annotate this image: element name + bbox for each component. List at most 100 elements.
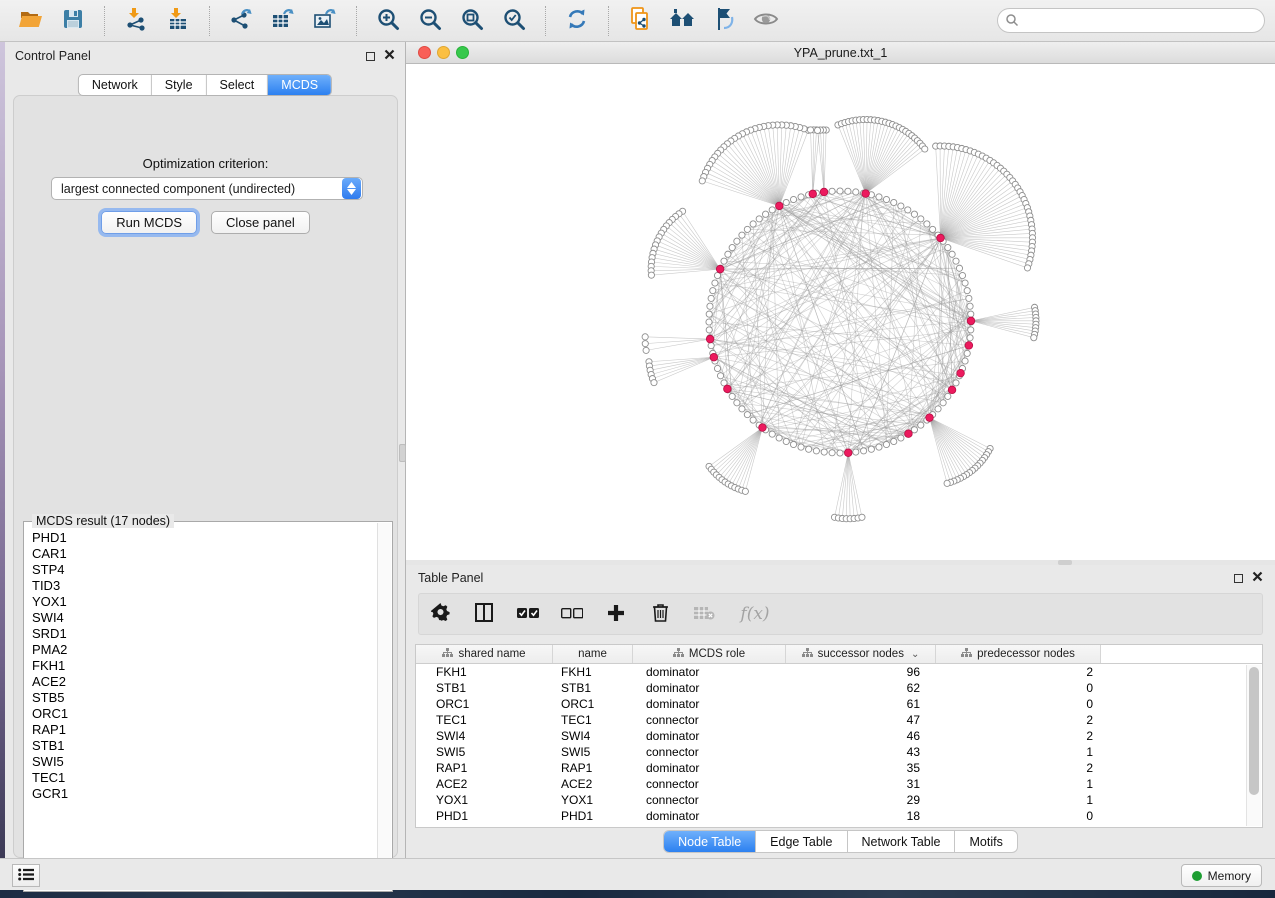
network-node[interactable] bbox=[845, 188, 851, 194]
network-node[interactable] bbox=[783, 199, 789, 205]
network-node[interactable] bbox=[868, 446, 874, 452]
float-panel-icon[interactable] bbox=[1234, 574, 1243, 583]
network-node[interactable] bbox=[949, 251, 955, 257]
network-node[interactable] bbox=[710, 288, 716, 294]
network-node[interactable] bbox=[643, 347, 649, 353]
select-all-columns-button[interactable] bbox=[517, 603, 539, 625]
table-cell[interactable]: 2 bbox=[936, 761, 1101, 775]
mcds-result-item[interactable]: YOX1 bbox=[32, 594, 370, 610]
tab-mcds[interactable]: MCDS bbox=[268, 75, 331, 95]
network-node[interactable] bbox=[891, 438, 897, 444]
mcds-hub-node[interactable] bbox=[809, 190, 817, 198]
network-node[interactable] bbox=[911, 211, 917, 217]
network-node[interactable] bbox=[798, 194, 804, 200]
mcds-result-item[interactable]: STB1 bbox=[32, 738, 370, 754]
mcds-result-item[interactable]: PMA2 bbox=[32, 642, 370, 658]
network-node[interactable] bbox=[853, 189, 859, 195]
network-node[interactable] bbox=[790, 441, 796, 447]
network-node[interactable] bbox=[706, 327, 712, 333]
import-table-button[interactable] bbox=[163, 6, 193, 36]
mcds-hub-node[interactable] bbox=[710, 353, 718, 361]
delete-column-button[interactable] bbox=[649, 603, 671, 625]
table-scrollbar[interactable] bbox=[1246, 665, 1261, 826]
mcds-result-item[interactable]: PHD1 bbox=[32, 530, 370, 546]
import-network-button[interactable] bbox=[121, 6, 151, 36]
network-node[interactable] bbox=[744, 226, 750, 232]
tab-network-table[interactable]: Network Table bbox=[848, 831, 956, 852]
close-window-icon[interactable] bbox=[418, 46, 431, 59]
table-cell[interactable]: YOX1 bbox=[553, 793, 633, 807]
table-cell[interactable]: PHD1 bbox=[553, 809, 633, 823]
network-node[interactable] bbox=[750, 221, 756, 227]
table-cell[interactable]: 0 bbox=[936, 681, 1101, 695]
network-node[interactable] bbox=[898, 435, 904, 441]
column-header-successor-nodes[interactable]: successor nodes⌄ bbox=[786, 645, 936, 663]
network-node[interactable] bbox=[714, 272, 720, 278]
mcds-hub-node[interactable] bbox=[905, 430, 913, 438]
memory-button[interactable]: Memory bbox=[1181, 864, 1262, 887]
network-node[interactable] bbox=[964, 288, 970, 294]
network-node[interactable] bbox=[729, 244, 735, 250]
network-node[interactable] bbox=[813, 448, 819, 454]
table-cell[interactable]: STB1 bbox=[553, 681, 633, 695]
network-node[interactable] bbox=[967, 303, 973, 309]
mcds-result-item[interactable]: SWI4 bbox=[32, 610, 370, 626]
network-node[interactable] bbox=[821, 449, 827, 455]
table-cell[interactable]: 2 bbox=[936, 713, 1101, 727]
network-node[interactable] bbox=[807, 127, 813, 133]
unselect-all-columns-button[interactable] bbox=[561, 603, 583, 625]
tab-node-table[interactable]: Node Table bbox=[664, 831, 756, 852]
network-node[interactable] bbox=[769, 431, 775, 437]
mcds-result-item[interactable]: SWI5 bbox=[32, 754, 370, 770]
table-row[interactable]: TEC1TEC1connector472 bbox=[416, 712, 1245, 728]
mcds-hub-node[interactable] bbox=[948, 386, 956, 394]
mcds-result-item[interactable]: CAR1 bbox=[32, 546, 370, 562]
network-node[interactable] bbox=[708, 295, 714, 301]
network-node[interactable] bbox=[750, 417, 756, 423]
table-cell[interactable]: 35 bbox=[786, 761, 936, 775]
tab-edge-table[interactable]: Edge Table bbox=[756, 831, 847, 852]
network-node[interactable] bbox=[769, 207, 775, 213]
table-cell[interactable]: 2 bbox=[936, 665, 1101, 679]
table-cell[interactable]: TEC1 bbox=[416, 713, 553, 727]
network-node[interactable] bbox=[706, 319, 712, 325]
table-cell[interactable]: dominator bbox=[633, 697, 786, 711]
mcds-result-item[interactable]: ORC1 bbox=[32, 706, 370, 722]
table-cell[interactable]: 18 bbox=[786, 809, 936, 823]
network-node[interactable] bbox=[790, 196, 796, 202]
close-panel-button[interactable]: Close panel bbox=[211, 211, 310, 234]
table-row[interactable]: RAP1RAP1dominator352 bbox=[416, 760, 1245, 776]
mcds-hub-node[interactable] bbox=[937, 234, 945, 242]
network-node[interactable] bbox=[729, 393, 735, 399]
table-cell[interactable]: connector bbox=[633, 713, 786, 727]
network-node[interactable] bbox=[962, 280, 968, 286]
network-node[interactable] bbox=[714, 365, 720, 371]
table-cell[interactable]: RAP1 bbox=[416, 761, 553, 775]
network-node[interactable] bbox=[648, 272, 654, 278]
network-node[interactable] bbox=[829, 450, 835, 456]
label-visibility-button[interactable] bbox=[709, 6, 739, 36]
mcds-hub-node[interactable] bbox=[776, 202, 784, 210]
table-cell[interactable]: 2 bbox=[936, 729, 1101, 743]
run-mcds-button[interactable]: Run MCDS bbox=[101, 211, 197, 234]
network-canvas[interactable] bbox=[406, 64, 1275, 560]
column-header-predecessor-nodes[interactable]: predecessor nodes bbox=[936, 645, 1101, 663]
mcds-hub-node[interactable] bbox=[926, 414, 934, 422]
export-image-button[interactable] bbox=[310, 6, 340, 36]
network-node[interactable] bbox=[798, 444, 804, 450]
mcds-hub-node[interactable] bbox=[724, 385, 732, 393]
node-table[interactable]: shared namenameMCDS rolesuccessor nodes⌄… bbox=[415, 644, 1263, 828]
table-cell[interactable]: dominator bbox=[633, 809, 786, 823]
network-node[interactable] bbox=[699, 178, 705, 184]
table-row[interactable]: YOX1YOX1connector291 bbox=[416, 792, 1245, 808]
network-node[interactable] bbox=[924, 221, 930, 227]
tab-motifs[interactable]: Motifs bbox=[955, 831, 1016, 852]
network-node[interactable] bbox=[953, 258, 959, 264]
column-header-shared-name[interactable]: shared name bbox=[416, 645, 553, 663]
network-node[interactable] bbox=[717, 373, 723, 379]
table-cell[interactable]: 61 bbox=[786, 697, 936, 711]
network-node[interactable] bbox=[935, 406, 941, 412]
table-cell[interactable]: STB1 bbox=[416, 681, 553, 695]
table-cell[interactable]: SWI5 bbox=[416, 745, 553, 759]
network-node[interactable] bbox=[776, 435, 782, 441]
